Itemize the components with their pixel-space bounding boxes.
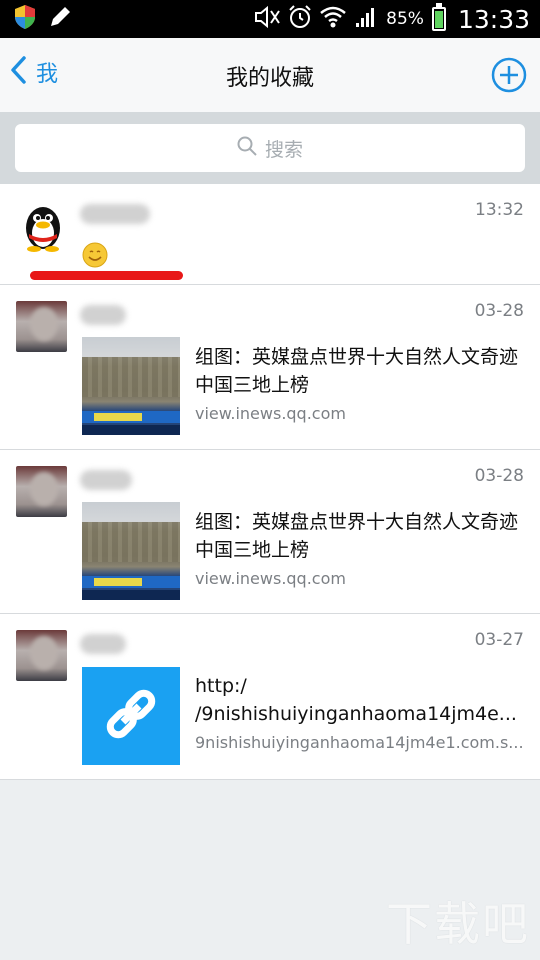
list-item[interactable]: 03-28 组图：英媒盘点世界十大自然人文奇迹 中国三地上榜 view.inew… [0,285,540,450]
avatar [16,301,67,352]
smile-emoji-icon [82,242,108,268]
wifi-icon [320,5,346,33]
search-area: 搜索 [0,112,540,184]
add-button[interactable] [491,57,527,93]
timestamp: 03-27 [474,630,524,650]
page-title: 我的收藏 [225,66,314,91]
item-source: 9nishishuiyinganhaoma14jm4e1.com.s... [195,733,524,752]
search-placeholder: 搜索 [264,138,303,161]
shield-icon [14,4,36,34]
news-thumbnail [82,502,180,600]
penguin-avatar [17,200,69,252]
signal-icon [354,5,378,33]
alarm-icon [288,5,312,33]
clock: 13:33 [457,4,530,34]
list-item[interactable]: 03-28 组图：英媒盘点世界十大自然人文奇迹 中国三地上榜 view.inew… [0,450,540,614]
pen-icon [48,5,72,33]
item-source: view.inews.qq.com [195,569,346,588]
nav-bar: 我 我的收藏 [0,38,540,112]
link-icon [101,684,161,748]
favorites-list: 13:32 03-28 组图：英媒盘点世界十大自然人文奇迹 中国三地上榜 vie… [0,184,540,780]
search-input[interactable]: 搜索 [15,124,525,172]
avatar [16,466,67,517]
battery-icon [431,3,446,31]
link-thumbnail [82,667,180,765]
item-title: 组图：英媒盘点世界十大自然人文奇迹 中国三地上榜 [195,511,519,561]
sender-name [80,634,126,654]
timestamp: 13:32 [475,200,524,220]
watermark-logo: 下载吧 [386,897,530,951]
mute-icon [254,5,280,33]
sender-name [80,305,126,325]
plus-circle-icon [491,57,527,97]
status-bar: 85% 13:33 [0,0,540,38]
sender-name [80,204,150,224]
item-title: 组图：英媒盘点世界十大自然人文奇迹 中国三地上榜 [195,346,519,396]
news-thumbnail [82,337,180,435]
battery-percent: 85% [386,9,424,29]
item-source: view.inews.qq.com [195,404,346,423]
search-icon [237,136,257,160]
timestamp: 03-28 [474,466,524,486]
sender-name [80,470,132,490]
timestamp: 03-28 [474,301,524,321]
list-item[interactable]: 13:32 [0,184,540,285]
battery-fill [434,11,443,28]
highlight-underline [30,271,183,280]
list-item[interactable]: 03-27 http:/ /9nishishuiyinganhaoma14jm4… [0,614,540,780]
item-title-line1: http:/ [195,675,247,697]
avatar [16,630,67,681]
item-title-line2: /9nishishuiyinganhaoma14jm4e... [195,703,517,725]
